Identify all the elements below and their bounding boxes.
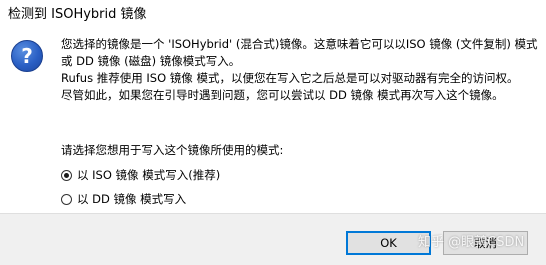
radio-iso-mode[interactable]: 以 ISO 镜像 模式写入(推荐) — [61, 166, 220, 184]
cancel-button[interactable]: 取消 — [443, 231, 528, 255]
radio-dd-mode-indicator[interactable] — [61, 193, 72, 205]
button-bar: OK 取消 — [0, 213, 546, 265]
window-title: 检测到 ISOHybrid 镜像 — [8, 7, 147, 22]
radio-dd-mode-label[interactable]: 以 DD 镜像 模式写入 — [77, 191, 186, 207]
message-paragraph-1: 您选择的镜像是一个 'ISOHybrid' (混合式)镜像。这意味着它可以以IS… — [61, 37, 538, 68]
mode-prompt: 请选择您想用于写入这个镜像所使用的模式: — [61, 143, 284, 157]
question-icon: ? — [11, 40, 43, 72]
message-paragraph-2: Rufus 推荐使用 ISO 镜像 模式，以便您在写入它之后总是可以对驱动器有完… — [61, 71, 519, 85]
radio-dd-mode[interactable]: 以 DD 镜像 模式写入 — [61, 190, 186, 208]
dialog-content: ? 您选择的镜像是一个 'ISOHybrid' (混合式)镜像。这意味着它可以以… — [0, 30, 546, 213]
ok-button[interactable]: OK — [346, 231, 431, 255]
radio-iso-mode-label[interactable]: 以 ISO 镜像 模式写入(推荐) — [77, 167, 220, 183]
radio-iso-mode-indicator[interactable] — [61, 169, 72, 181]
message-text: 您选择的镜像是一个 'ISOHybrid' (混合式)镜像。这意味着它可以以IS… — [61, 36, 539, 104]
title-bar: 检测到 ISOHybrid 镜像 — [0, 0, 546, 30]
message-paragraph-3: 尽管如此，如果您在引导时遇到问题，您可以尝试以 DD 镜像 模式再次写入这个镜像… — [61, 88, 504, 102]
